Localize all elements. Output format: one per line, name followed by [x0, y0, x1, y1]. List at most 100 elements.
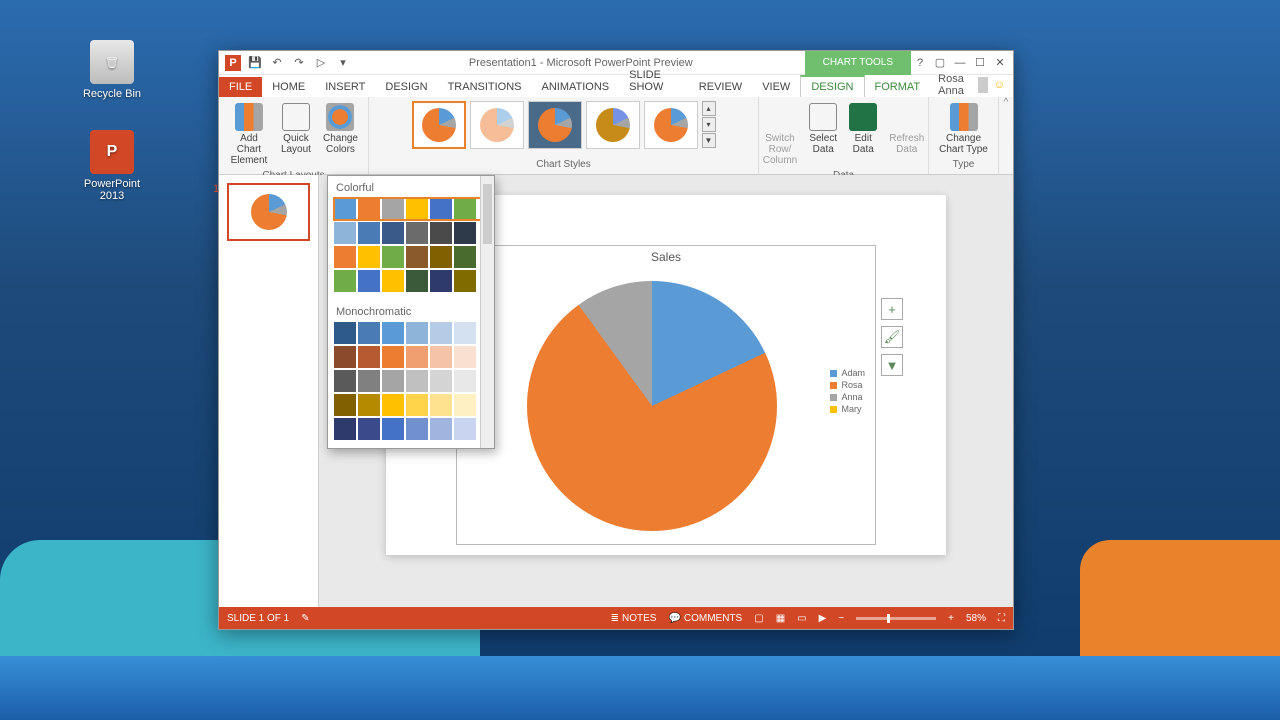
color-scheme-option[interactable]	[334, 198, 488, 220]
zoom-in-button[interactable]: +	[948, 613, 954, 624]
chart-style-1[interactable]	[412, 101, 466, 149]
taskbar[interactable]	[0, 656, 1280, 720]
change-colors-button[interactable]: Change Colors	[319, 101, 362, 157]
redo-button[interactable]: ↷	[291, 55, 307, 71]
slide-number: 1	[213, 183, 219, 195]
help-button[interactable]: ?	[911, 54, 929, 72]
tab-chart-design[interactable]: DESIGN	[800, 75, 864, 97]
slide-indicator[interactable]: SLIDE 1 OF 1	[227, 613, 289, 624]
legend-item[interactable]: Anna	[830, 392, 865, 402]
tab-design[interactable]: DESIGN	[375, 77, 437, 97]
color-swatch	[430, 270, 452, 292]
tab-review[interactable]: REVIEW	[689, 77, 752, 97]
normal-view-button[interactable]: ▢	[754, 613, 763, 624]
recycle-bin-icon[interactable]: 🗑 Recycle Bin	[72, 40, 152, 100]
reading-view-button[interactable]: ▭	[797, 613, 806, 624]
chart-legend[interactable]: Adam Rosa Anna Mary	[830, 366, 865, 416]
color-swatch	[358, 322, 380, 344]
zoom-level[interactable]: 58%	[966, 613, 986, 624]
chart-styles-gallery[interactable]: ▴▾▼	[412, 101, 716, 157]
dropdown-section-monochromatic: Monochromatic	[334, 304, 488, 322]
legend-item[interactable]: Adam	[830, 368, 865, 378]
color-swatch	[382, 418, 404, 440]
user-name[interactable]: Rosa Anna	[938, 73, 972, 97]
color-swatch	[382, 270, 404, 292]
spellcheck-icon[interactable]: ✎	[301, 613, 309, 624]
tab-view[interactable]: VIEW	[752, 77, 800, 97]
undo-button[interactable]: ↶	[269, 55, 285, 71]
chart-style-5[interactable]	[644, 101, 698, 149]
smile-icon[interactable]: ☺	[994, 79, 1005, 91]
zoom-slider[interactable]	[856, 617, 936, 620]
minimize-button[interactable]: —	[951, 54, 969, 72]
color-swatch	[334, 370, 356, 392]
tab-home[interactable]: HOME	[262, 77, 315, 97]
chart-title[interactable]: Sales	[457, 246, 875, 268]
start-slideshow-button[interactable]: ▷	[313, 55, 329, 71]
notes-button[interactable]: ≣ NOTES	[611, 613, 657, 624]
slide-thumbnails-pane[interactable]: 1	[219, 175, 319, 607]
ribbon-tabs: FILE HOME INSERT DESIGN TRANSITIONS ANIM…	[219, 75, 1013, 97]
color-swatch	[334, 222, 356, 244]
color-swatch	[334, 198, 356, 220]
color-scheme-option[interactable]	[334, 322, 488, 344]
edit-data-button[interactable]: Edit Data	[845, 101, 881, 157]
chart-elements-button[interactable]: +	[881, 298, 903, 320]
color-scheme-option[interactable]	[334, 346, 488, 368]
sorter-view-button[interactable]: ▦	[776, 613, 785, 624]
qat-customize-button[interactable]: ▾	[335, 55, 351, 71]
add-chart-element-button[interactable]: Add Chart Element	[225, 101, 273, 168]
tab-file[interactable]: FILE	[219, 77, 262, 97]
group-label: Type	[953, 157, 975, 170]
avatar[interactable]	[978, 77, 988, 93]
legend-item[interactable]: Mary	[830, 404, 865, 414]
chart-filters-button[interactable]: ▼	[881, 354, 903, 376]
color-scheme-option[interactable]	[334, 246, 488, 268]
color-scheme-option[interactable]	[334, 370, 488, 392]
color-swatch	[430, 370, 452, 392]
color-scheme-option[interactable]	[334, 270, 488, 292]
color-swatch	[358, 346, 380, 368]
tab-chart-format[interactable]: FORMAT	[865, 77, 931, 97]
ribbon-display-button[interactable]: ▢	[931, 54, 949, 72]
chart-object[interactable]: Sales AdamRosaAnnaMary + 🖌 ▼	[456, 245, 876, 545]
chart-style-2[interactable]	[470, 101, 524, 149]
chart-styles-button[interactable]: 🖌	[881, 326, 903, 348]
tab-insert[interactable]: INSERT	[315, 77, 375, 97]
comments-button[interactable]: 💬 COMMENTS	[668, 613, 742, 624]
pie-plot[interactable]	[527, 281, 777, 531]
color-swatch	[406, 346, 428, 368]
fit-to-window-button[interactable]: ⛶	[998, 613, 1005, 624]
color-swatch	[406, 394, 428, 416]
powerpoint-shortcut[interactable]: P PowerPoint 2013	[72, 130, 152, 202]
statusbar: SLIDE 1 OF 1 ✎ ≣ NOTES 💬 COMMENTS ▢ ▦ ▭ …	[219, 607, 1013, 629]
save-button[interactable]: 💾	[247, 55, 263, 71]
color-swatch	[358, 394, 380, 416]
tab-animations[interactable]: ANIMATIONS	[532, 77, 620, 97]
zoom-out-button[interactable]: −	[838, 613, 844, 624]
color-scheme-option[interactable]	[334, 222, 488, 244]
tab-slideshow[interactable]: SLIDE SHOW	[619, 65, 689, 97]
select-data-button[interactable]: Select Data	[805, 101, 841, 157]
color-swatch	[430, 198, 452, 220]
quick-layout-button[interactable]: Quick Layout	[277, 101, 315, 157]
color-swatch	[406, 418, 428, 440]
chart-style-3[interactable]	[528, 101, 582, 149]
slideshow-view-button[interactable]: ▶	[819, 613, 827, 624]
legend-item[interactable]: Rosa	[830, 380, 865, 390]
maximize-button[interactable]: ☐	[971, 54, 989, 72]
gallery-scroll[interactable]: ▴▾▼	[702, 101, 716, 148]
tab-transitions[interactable]: TRANSITIONS	[438, 77, 532, 97]
dropdown-scrollbar[interactable]	[480, 176, 494, 448]
color-swatch	[454, 394, 476, 416]
collapse-ribbon-button[interactable]: ^	[999, 97, 1013, 174]
color-swatch	[454, 270, 476, 292]
chart-style-4[interactable]	[586, 101, 640, 149]
close-button[interactable]: ✕	[991, 54, 1009, 72]
color-scheme-option[interactable]	[334, 394, 488, 416]
change-chart-type-button[interactable]: Change Chart Type	[935, 101, 992, 157]
change-colors-dropdown[interactable]: Colorful Monochromatic	[327, 175, 495, 449]
color-scheme-option[interactable]	[334, 418, 488, 440]
slide-thumbnail-1[interactable]	[227, 183, 310, 241]
app-icon[interactable]: P	[225, 55, 241, 71]
